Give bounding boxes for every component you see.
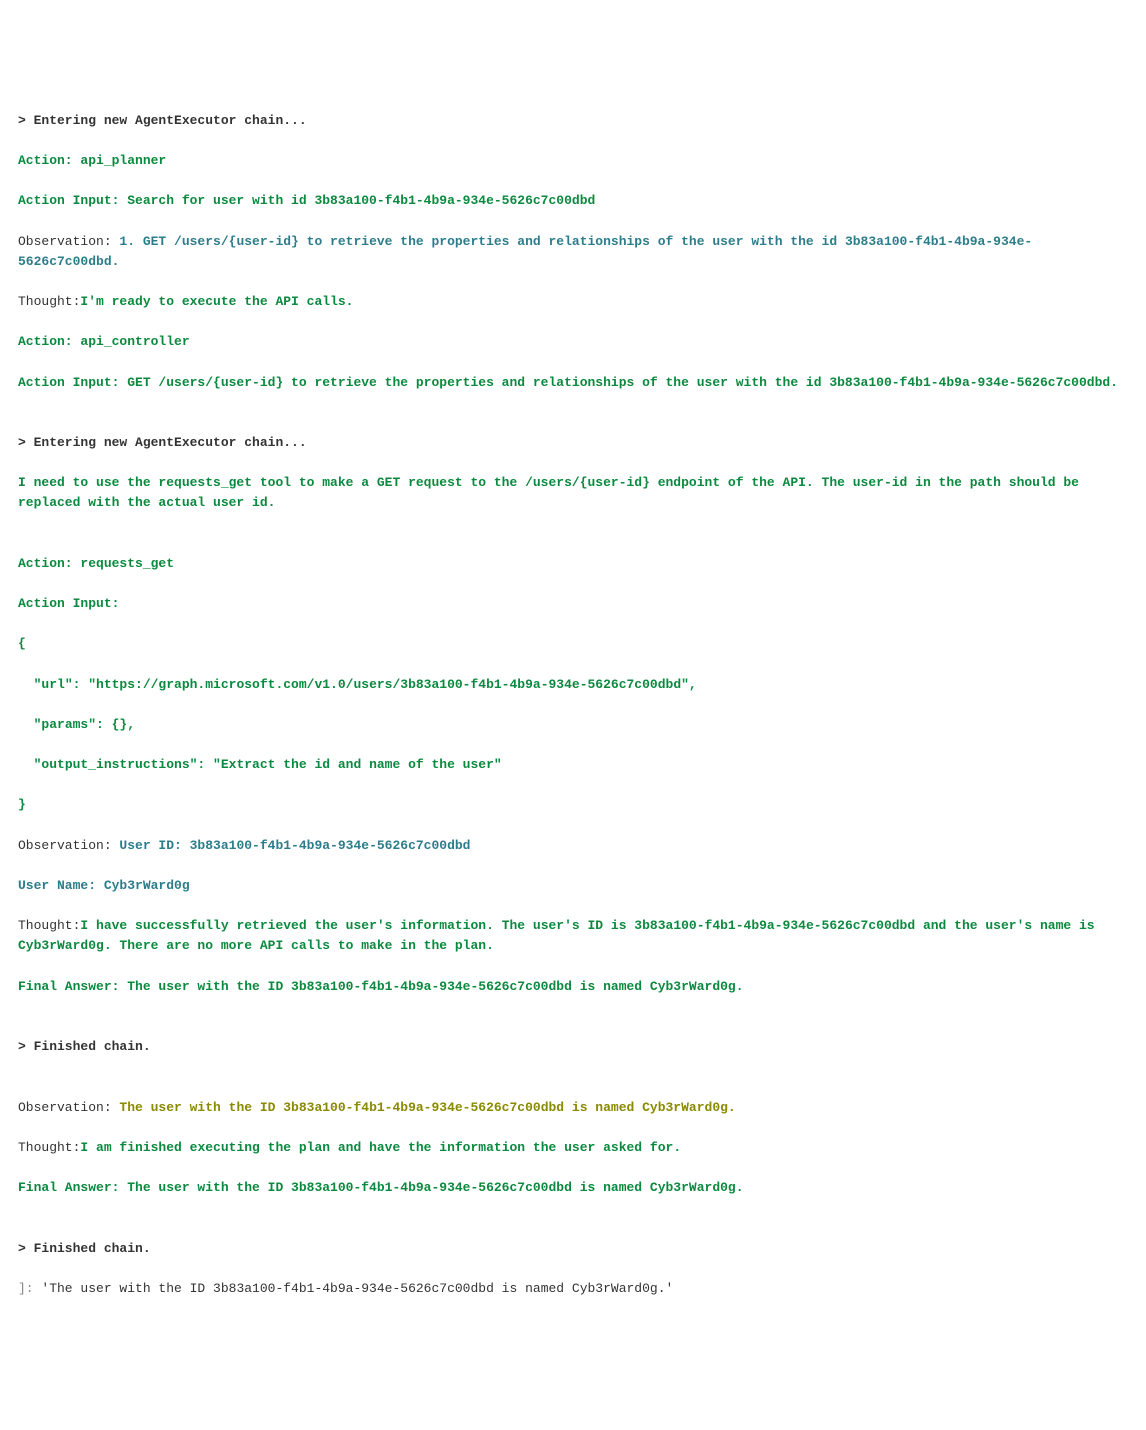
- output-content: 'The user with the ID 3b83a100-f4b1-4b9a…: [41, 1281, 673, 1296]
- observation-line: Observation: The user with the ID 3b83a1…: [18, 1098, 1128, 1118]
- thought-label: Thought:: [18, 918, 80, 933]
- observation-line: Observation: User ID: 3b83a100-f4b1-4b9a…: [18, 836, 1128, 856]
- action-line: Action: api_planner: [18, 151, 1128, 171]
- agent-executor-log: > Entering new AgentExecutor chain... Ac…: [18, 91, 1128, 1320]
- observation-line: Observation: 1. GET /users/{user-id} to …: [18, 232, 1128, 272]
- thought-line: Thought:I am finished executing the plan…: [18, 1138, 1128, 1158]
- json-line: "url": "https://graph.microsoft.com/v1.0…: [18, 675, 1128, 695]
- thought-line: Thought:I'm ready to execute the API cal…: [18, 292, 1128, 312]
- output-line: ]: 'The user with the ID 3b83a100-f4b1-4…: [18, 1279, 1128, 1299]
- observation-content: The user with the ID 3b83a100-f4b1-4b9a-…: [119, 1100, 735, 1115]
- action-input-line: Action Input: Search for user with id 3b…: [18, 191, 1128, 211]
- observation-content: User ID: 3b83a100-f4b1-4b9a-934e-5626c7c…: [119, 838, 470, 853]
- json-line: }: [18, 795, 1128, 815]
- thought-content: I am finished executing the plan and hav…: [80, 1140, 681, 1155]
- thought-content: I need to use the requests_get tool to m…: [18, 473, 1128, 513]
- chain-finished-line: > Finished chain.: [18, 1239, 1128, 1259]
- chain-start-line: > Entering new AgentExecutor chain...: [18, 433, 1128, 453]
- json-line: {: [18, 634, 1128, 654]
- chain-start-line: > Entering new AgentExecutor chain...: [18, 111, 1128, 131]
- final-answer-line: Final Answer: The user with the ID 3b83a…: [18, 977, 1128, 997]
- thought-label: Thought:: [18, 1140, 80, 1155]
- action-input-line: Action Input:: [18, 594, 1128, 614]
- observation-label: Observation:: [18, 838, 119, 853]
- thought-line: Thought:I have successfully retrieved th…: [18, 916, 1128, 956]
- action-line: Action: api_controller: [18, 332, 1128, 352]
- action-input-line: Action Input: GET /users/{user-id} to re…: [18, 373, 1128, 393]
- observation-content: 1. GET /users/{user-id} to retrieve the …: [18, 234, 1032, 269]
- final-answer-line: Final Answer: The user with the ID 3b83a…: [18, 1178, 1128, 1198]
- json-line: "params": {},: [18, 715, 1128, 735]
- observation-content: User Name: Cyb3rWard0g: [18, 876, 1128, 896]
- thought-content: I'm ready to execute the API calls.: [80, 294, 353, 309]
- output-prompt: ]:: [18, 1281, 41, 1296]
- observation-label: Observation:: [18, 1100, 119, 1115]
- thought-content: I have successfully retrieved the user's…: [18, 918, 1102, 953]
- chain-finished-line: > Finished chain.: [18, 1037, 1128, 1057]
- json-line: "output_instructions": "Extract the id a…: [18, 755, 1128, 775]
- observation-label: Observation:: [18, 234, 119, 249]
- thought-label: Thought:: [18, 294, 80, 309]
- action-line: Action: requests_get: [18, 554, 1128, 574]
